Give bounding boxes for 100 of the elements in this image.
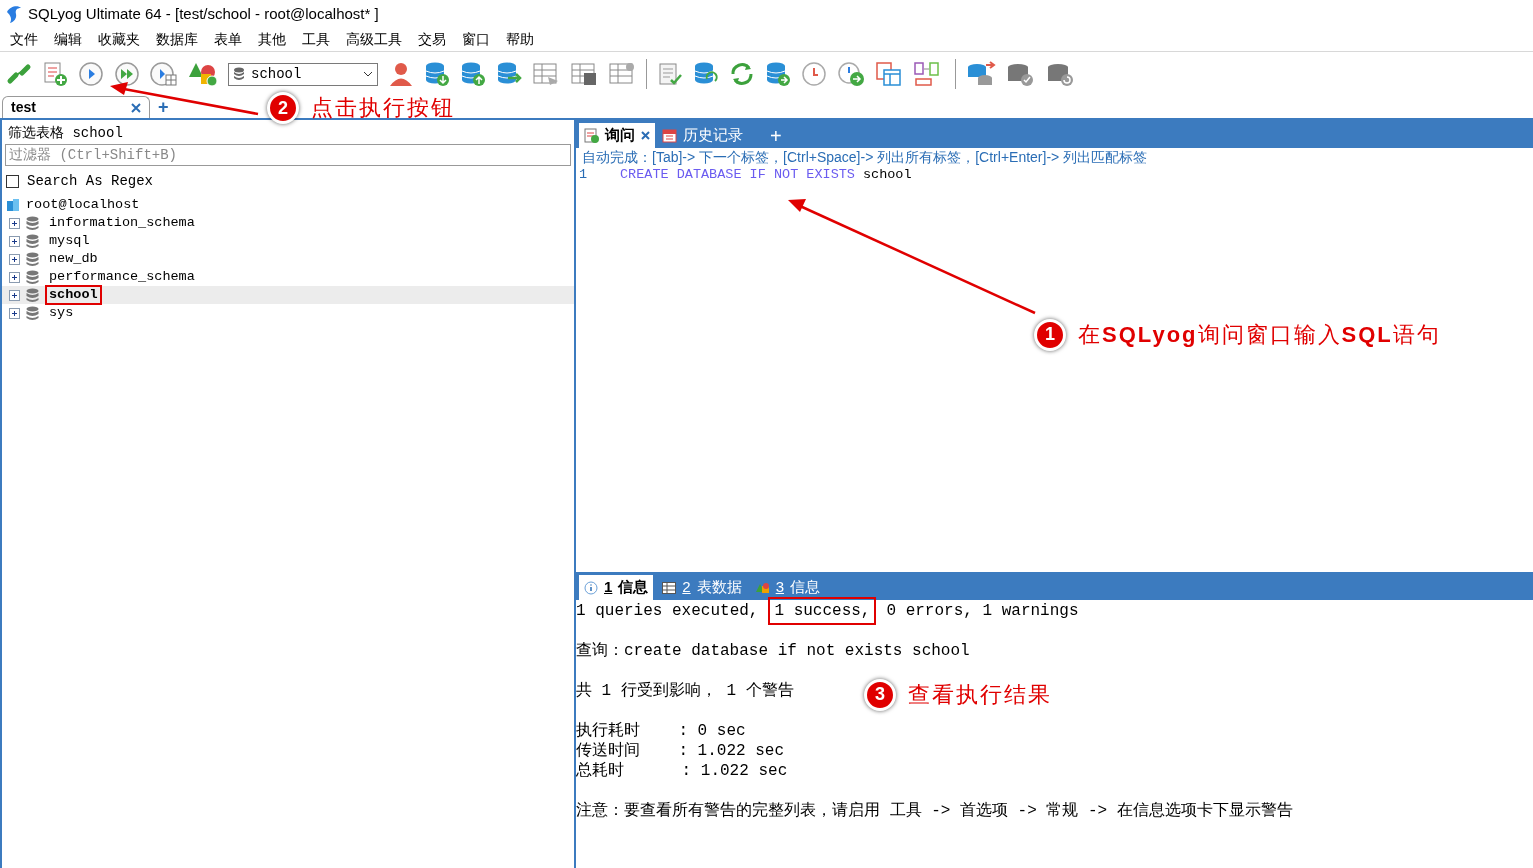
new-query-tab-button[interactable]: +	[750, 124, 802, 148]
filter-label: 筛选表格 school	[7, 124, 124, 143]
expand-icon	[9, 235, 20, 247]
menu-item[interactable]: 帮助	[498, 28, 542, 51]
tree-row[interactable]: information_schema	[2, 214, 574, 232]
new-query-icon[interactable]	[42, 61, 68, 87]
menu-item[interactable]: 工具	[294, 28, 338, 51]
tree-label: information_schema	[48, 214, 196, 232]
annotation-text: 点击执行按钮	[311, 95, 455, 121]
message-text: 传送时间 : 1.022 sec	[576, 741, 785, 761]
message-text: 执行耗时 : 0 sec	[576, 721, 746, 741]
refresh-icon[interactable]	[729, 61, 755, 87]
table-arrow-icon[interactable]	[532, 61, 560, 87]
clock-icon[interactable]	[801, 61, 827, 87]
menu-item[interactable]: 文件	[2, 28, 46, 51]
autocomplete-hint: 自动完成：[Tab]-> 下一个标签，[Ctrl+Space]-> 列出所有标签，[Ctrl+Enter]-> 列出匹配标签	[581, 148, 1149, 166]
database-icon	[26, 251, 39, 267]
expand-icon	[9, 217, 20, 229]
tree-item[interactable]: root@localhost	[26, 194, 140, 216]
execute-all-icon[interactable]	[114, 61, 140, 87]
calendar-icon	[662, 128, 677, 143]
info-icon	[584, 580, 598, 595]
expand-icon	[9, 307, 20, 319]
database-restore-icon[interactable]	[1046, 61, 1076, 87]
database-icon	[26, 305, 39, 321]
result-tab[interactable]: 1 信息	[579, 575, 654, 600]
execute-edit-icon[interactable]	[150, 61, 178, 87]
new-tab-button[interactable]: +	[156, 96, 171, 118]
regex-checkbox[interactable]	[6, 174, 19, 188]
document-check-icon[interactable]	[657, 61, 683, 87]
message-text: 注意：要查看所有警告的完整列表，请启用 工具 -> 首选项 -> 常规 -> 在信息选项卡下显示警告	[576, 801, 1293, 821]
menu-item[interactable]: 交易	[410, 28, 454, 51]
menu-item[interactable]: 高级工具	[338, 28, 410, 51]
chevron-down-icon	[363, 71, 373, 77]
tree-row[interactable]: performance_schema	[2, 268, 574, 286]
menu-item[interactable]: 其他	[250, 28, 294, 51]
tree-label: sys	[48, 304, 75, 322]
message-text: 0 errors, 1 warnings	[886, 601, 1079, 621]
table-copy-icon[interactable]	[875, 61, 903, 87]
database-icon	[233, 67, 245, 81]
expand-icon	[9, 271, 20, 283]
database-icon	[26, 233, 39, 249]
menu-item[interactable]: 窗口	[454, 28, 498, 51]
select-value: school	[251, 64, 303, 84]
message-text: 查询：create database if not exists school	[576, 641, 970, 661]
regex-label: Search As Regex	[27, 171, 154, 191]
result-tab[interactable]: 2 表数据	[657, 575, 747, 600]
link-icon[interactable]	[6, 61, 32, 87]
database-icon	[26, 269, 39, 285]
connection-tab[interactable]: test	[2, 96, 150, 118]
database-select[interactable]: school	[228, 62, 378, 86]
expand-icon	[9, 289, 20, 301]
message-text: 共 1 行受到影响， 1 个警告	[576, 681, 794, 701]
result-tab[interactable]: 3 信息	[750, 575, 826, 600]
tree-label: mysql	[48, 232, 91, 250]
query-icon	[584, 128, 599, 143]
menu-item[interactable]: 数据库	[148, 28, 206, 51]
tree-label: new_db	[48, 250, 99, 268]
execute-icon[interactable]	[78, 61, 104, 87]
message-text: 1 success,	[768, 597, 877, 625]
tree-row[interactable]: sys	[2, 304, 574, 322]
table-key-icon[interactable]	[608, 61, 636, 87]
database-download-icon[interactable]	[424, 61, 450, 87]
menu-item[interactable]: 表单	[206, 28, 250, 51]
table-icon	[662, 581, 677, 594]
table-grid-icon[interactable]	[570, 61, 598, 87]
annotation-text: 在SQLyog询问窗口输入SQL语句	[1078, 321, 1441, 349]
tree-label: school	[45, 285, 102, 305]
annotation-text: 查看执行结果	[908, 681, 1052, 709]
message-text: 总耗时 : 1.022 sec	[576, 761, 788, 781]
user-icon[interactable]	[388, 61, 414, 87]
line-number: 1	[578, 165, 589, 184]
shapes-icon	[755, 581, 770, 594]
filter-field[interactable]: 过滤器 (Ctrl+Shift+B)	[5, 144, 571, 166]
server-icon	[6, 198, 20, 212]
code-token: CREATE DATABASE IF NOT EXISTS	[620, 165, 855, 184]
close-icon	[131, 102, 141, 113]
query-tab[interactable]: 询问	[579, 123, 655, 148]
tree-row[interactable]: new_db	[2, 250, 574, 268]
code-token: school	[862, 165, 912, 184]
tree-label: performance_schema	[48, 268, 196, 286]
clock-forward-icon[interactable]	[837, 61, 865, 87]
database-stack-icon[interactable]	[966, 61, 996, 87]
step-number: 2	[267, 92, 299, 124]
database-upload-icon[interactable]	[460, 61, 486, 87]
close-icon	[641, 131, 650, 140]
menu-item[interactable]: 编辑	[46, 28, 90, 51]
database-check-icon[interactable]	[1006, 61, 1036, 87]
tree-row[interactable]: mysql	[2, 232, 574, 250]
dolphin-icon	[4, 4, 22, 24]
message-text: 1 queries executed,	[576, 601, 759, 621]
tree-row[interactable]: school	[2, 286, 574, 304]
database-icon	[26, 287, 39, 303]
expand-icon	[9, 253, 20, 265]
query-tab[interactable]: 历史记录	[657, 123, 748, 148]
database-forward-icon[interactable]	[765, 61, 791, 87]
menu-item[interactable]: 收藏夹	[90, 28, 148, 51]
shapes-icon[interactable]	[188, 61, 218, 87]
schema-compare-icon[interactable]	[913, 61, 941, 87]
database-icon	[26, 215, 39, 231]
